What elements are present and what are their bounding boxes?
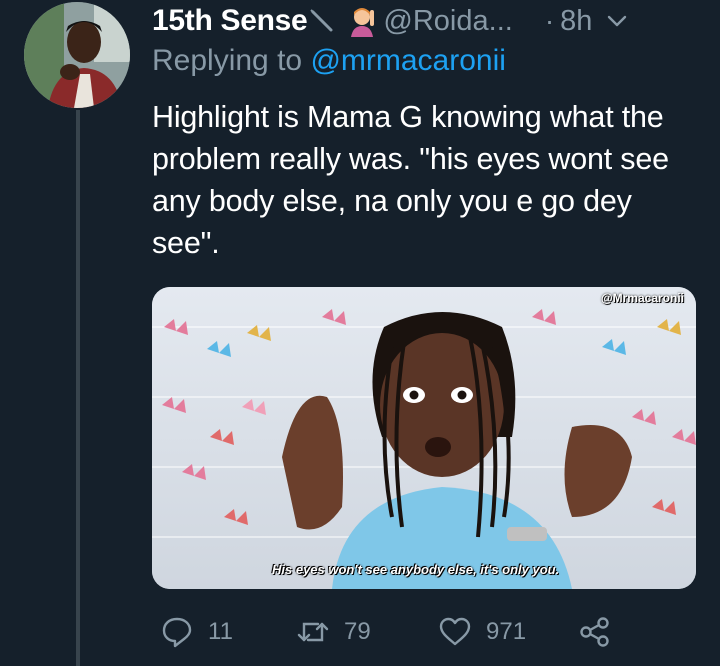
tweet-text: Highlight is Mama G knowing what the pro… bbox=[152, 100, 669, 260]
tweet-header: 15th Sense @Roida... · 8h bbox=[152, 2, 700, 40]
share-button[interactable] bbox=[578, 610, 612, 654]
tweet: 15th Sense @Roida... · 8h Replying to @m… bbox=[0, 0, 720, 666]
media-image bbox=[152, 287, 696, 589]
retweet-button[interactable]: 79 bbox=[296, 610, 371, 654]
person-raising-hand-icon bbox=[351, 8, 375, 37]
tweet-actions: 11 79 971 bbox=[152, 610, 700, 654]
chevron-down-icon[interactable] bbox=[604, 8, 630, 34]
retweet-count: 79 bbox=[344, 618, 371, 645]
author-handle[interactable]: @Roida... bbox=[383, 5, 512, 38]
separator-dot: · bbox=[544, 5, 555, 36]
tweet-media[interactable]: @Mrmacaronii His eyes won't see anybody … bbox=[152, 287, 696, 589]
like-button[interactable]: 971 bbox=[438, 610, 526, 654]
display-name[interactable]: 15th Sense bbox=[152, 4, 308, 38]
retweet-icon bbox=[297, 622, 329, 642]
media-watermark: @Mrmacaronii bbox=[600, 291, 684, 305]
syringe-icon bbox=[310, 9, 333, 32]
avatar[interactable] bbox=[24, 2, 130, 108]
replying-to-label: Replying to bbox=[152, 44, 303, 77]
media-subtitle: His eyes won't see anybody else, it's on… bbox=[272, 562, 560, 577]
like-count: 971 bbox=[486, 618, 527, 645]
mention-link[interactable]: @mrmacaronii bbox=[310, 44, 505, 77]
avatar-photo bbox=[24, 2, 130, 108]
reply-icon bbox=[162, 617, 192, 648]
thread-line bbox=[76, 110, 80, 666]
share-icon bbox=[580, 617, 609, 647]
reply-button[interactable]: 11 bbox=[160, 610, 233, 654]
heart-icon bbox=[439, 617, 471, 646]
timestamp[interactable]: 8h bbox=[560, 5, 592, 38]
replying-to: Replying to @mrmacaronii bbox=[152, 44, 506, 78]
reply-count: 11 bbox=[208, 618, 233, 645]
